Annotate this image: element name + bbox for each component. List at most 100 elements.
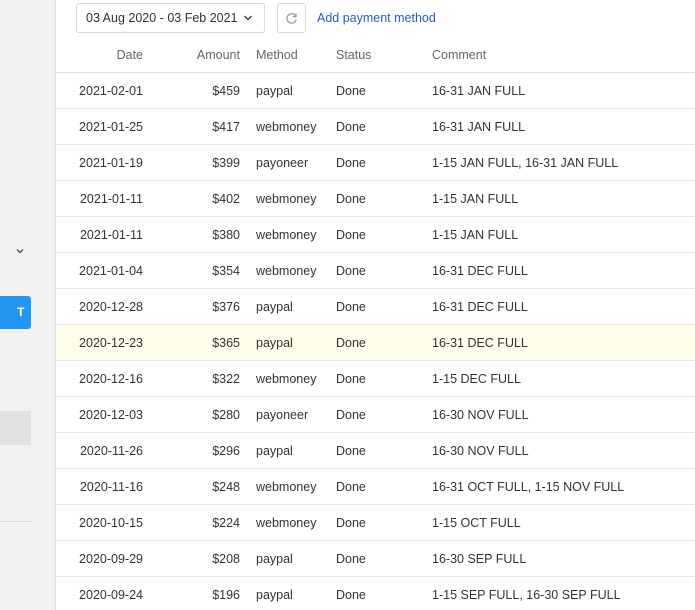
cell-status: Done xyxy=(336,288,432,325)
cell-comment: 1-15 JAN FULL xyxy=(432,216,695,253)
cell-amount: $208 xyxy=(156,540,240,577)
cell-amount: $280 xyxy=(156,396,240,433)
column-header-comment[interactable]: Comment xyxy=(432,38,695,73)
cell-date: 2020-12-16 xyxy=(56,360,156,397)
table-row[interactable]: 2020-09-24 $196 paypal Done 1-15 SEP FULL, 1… xyxy=(56,576,695,610)
cell-status: Done xyxy=(336,108,432,145)
cell-method: webmoney xyxy=(240,252,336,289)
cell-status: Done xyxy=(336,432,432,469)
cell-date: 2020-11-26 xyxy=(56,432,156,469)
cell-date: 2021-01-19 xyxy=(56,144,156,181)
cell-status: Done xyxy=(336,396,432,433)
cell-status: Done xyxy=(336,72,432,109)
table-row[interactable]: 2021-01-04 $354 webmoney Done 16-31 DEC FULL xyxy=(56,252,695,289)
cell-comment: 16-30 SEP FULL xyxy=(432,540,695,577)
table-row[interactable]: 2021-01-11 $380 webmoney Done 1-15 JAN FULL xyxy=(56,216,695,253)
cell-amount: $365 xyxy=(156,324,240,361)
table-row[interactable]: 2021-02-01 $459 paypal Done 16-31 JAN FULL xyxy=(56,72,695,109)
cell-date: 2020-11-16 xyxy=(56,468,156,505)
table-row[interactable]: 2020-12-28 $376 paypal Done 16-31 DEC FULL xyxy=(56,288,695,325)
table-row[interactable]: 2020-11-26 $296 paypal Done 16-30 NOV FULL xyxy=(56,432,695,469)
cell-date: 2020-12-23 xyxy=(56,324,156,361)
cell-status: Done xyxy=(336,576,432,610)
cell-comment: 1-15 OCT FULL xyxy=(432,504,695,541)
add-payment-method-link[interactable]: Add payment method xyxy=(317,11,436,25)
cell-method: paypal xyxy=(240,324,336,361)
cell-amount: $376 xyxy=(156,288,240,325)
table-row[interactable]: 2021-01-25 $417 webmoney Done 16-31 JAN FULL xyxy=(56,108,695,145)
cell-amount: $380 xyxy=(156,216,240,253)
cell-date: 2020-09-24 xyxy=(56,576,156,610)
cell-amount: $459 xyxy=(156,72,240,109)
cell-method: webmoney xyxy=(240,504,336,541)
cell-status: Done xyxy=(336,540,432,577)
cell-date: 2021-01-04 xyxy=(56,252,156,289)
table-row[interactable]: 2020-09-29 $208 paypal Done 16-30 SEP FULL xyxy=(56,540,695,577)
cell-amount: $296 xyxy=(156,432,240,469)
cell-status: Done xyxy=(336,324,432,361)
cell-amount: $417 xyxy=(156,108,240,145)
cell-amount: $224 xyxy=(156,504,240,541)
cell-status: Done xyxy=(336,504,432,541)
date-range-picker[interactable]: 03 Aug 2020 - 03 Feb 2021 xyxy=(76,3,265,33)
table-row[interactable]: 2020-12-23 $365 paypal Done 16-31 DEC FULL xyxy=(56,324,695,361)
cell-method: webmoney xyxy=(240,180,336,217)
chevron-down-icon[interactable] xyxy=(14,245,26,257)
cell-method: payoneer xyxy=(240,144,336,181)
cell-method: webmoney xyxy=(240,468,336,505)
cell-method: webmoney xyxy=(240,360,336,397)
refresh-button[interactable] xyxy=(277,3,306,33)
cell-date: 2020-12-03 xyxy=(56,396,156,433)
cell-status: Done xyxy=(336,360,432,397)
cell-comment: 16-31 JAN FULL xyxy=(432,72,695,109)
sidebar-action-button[interactable]: T xyxy=(0,296,31,329)
cell-status: Done xyxy=(336,144,432,181)
cell-method: paypal xyxy=(240,288,336,325)
cell-method: paypal xyxy=(240,432,336,469)
cell-comment: 1-15 JAN FULL, 16-31 JAN FULL xyxy=(432,144,695,181)
sidebar: T xyxy=(0,0,56,610)
cell-amount: $354 xyxy=(156,252,240,289)
table-row[interactable]: 2020-11-16 $248 webmoney Done 16-31 OCT FULL… xyxy=(56,468,695,505)
chevron-down-icon xyxy=(243,15,253,21)
cell-status: Done xyxy=(336,468,432,505)
table-row[interactable]: 2020-12-03 $280 payoneer Done 16-30 NOV FULL xyxy=(56,396,695,433)
cell-status: Done xyxy=(336,216,432,253)
table-row[interactable]: 2021-01-19 $399 payoneer Done 1-15 JAN FULL,… xyxy=(56,144,695,181)
column-header-date[interactable]: Date xyxy=(56,38,156,73)
cell-date: 2020-10-15 xyxy=(56,504,156,541)
table-body: 2021-02-01 $459 paypal Done 16-31 JAN FULL 20… xyxy=(56,72,695,610)
cell-comment: 1-15 JAN FULL xyxy=(432,180,695,217)
cell-method: webmoney xyxy=(240,108,336,145)
cell-comment: 16-31 OCT FULL, 1-15 NOV FULL xyxy=(432,468,695,505)
toolbar: 03 Aug 2020 - 03 Feb 2021 Add payment me… xyxy=(76,3,436,33)
cell-date: 2021-02-01 xyxy=(56,72,156,109)
cell-method: paypal xyxy=(240,540,336,577)
sidebar-item-active[interactable] xyxy=(0,411,31,445)
cell-status: Done xyxy=(336,180,432,217)
cell-date: 2020-09-29 xyxy=(56,540,156,577)
cell-comment: 16-31 JAN FULL xyxy=(432,108,695,145)
column-header-amount[interactable]: Amount xyxy=(156,38,240,73)
cell-method: webmoney xyxy=(240,216,336,253)
cell-comment: 16-31 DEC FULL xyxy=(432,288,695,325)
cell-method: paypal xyxy=(240,72,336,109)
table-row[interactable]: 2021-01-11 $402 webmoney Done 1-15 JAN FULL xyxy=(56,180,695,217)
payments-page: T 03 Aug 2020 - 03 Feb 2021 Add payment … xyxy=(0,0,695,610)
table-row[interactable]: 2020-12-16 $322 webmoney Done 1-15 DEC FULL xyxy=(56,360,695,397)
cell-date: 2021-01-11 xyxy=(56,216,156,253)
cell-date: 2020-12-28 xyxy=(56,288,156,325)
cell-amount: $322 xyxy=(156,360,240,397)
cell-amount: $248 xyxy=(156,468,240,505)
cell-amount: $196 xyxy=(156,576,240,610)
column-header-status[interactable]: Status xyxy=(336,38,432,73)
cell-comment: 16-31 DEC FULL xyxy=(432,252,695,289)
date-range-value: 03 Aug 2020 - 03 Feb 2021 xyxy=(86,11,238,25)
table-row[interactable]: 2020-10-15 $224 webmoney Done 1-15 OCT FULL xyxy=(56,504,695,541)
column-header-method[interactable]: Method xyxy=(240,38,336,73)
cell-method: payoneer xyxy=(240,396,336,433)
payments-table: Date Amount Method Status Comment 2021-0… xyxy=(56,38,695,610)
cell-date: 2021-01-25 xyxy=(56,108,156,145)
sidebar-divider xyxy=(0,521,31,522)
refresh-icon xyxy=(286,12,297,24)
